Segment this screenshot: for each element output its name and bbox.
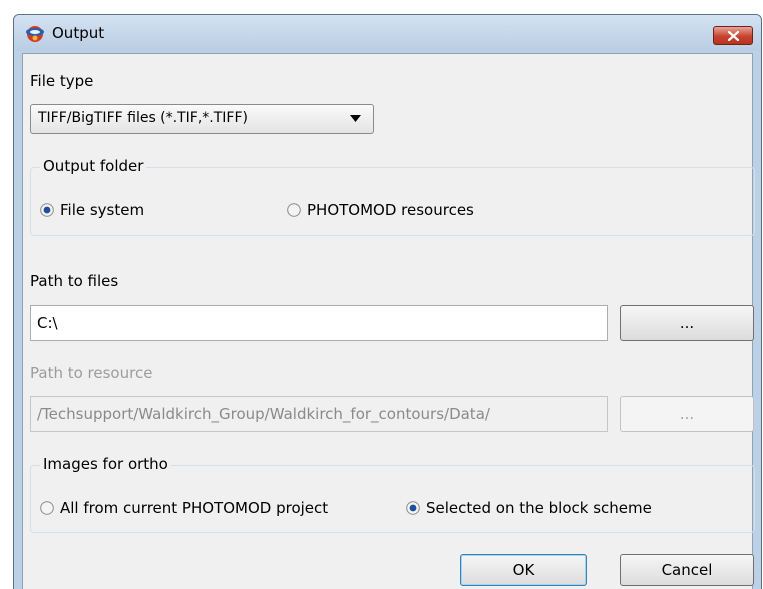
file-type-selected-value: TIFF/BigTIFF files (*.TIF,*.TIFF): [38, 110, 248, 126]
path-to-resource-label: Path to resource: [30, 364, 153, 382]
output-dialog: Output File type TIFF/BigTIFF files (*.T…: [13, 14, 762, 589]
output-folder-legend: Output folder: [40, 157, 147, 175]
images-for-ortho-group: Images for ortho All from current PHOTOM…: [30, 455, 755, 533]
file-type-dropdown[interactable]: TIFF/BigTIFF files (*.TIF,*.TIFF): [30, 104, 374, 134]
path-to-files-input[interactable]: C:\: [30, 305, 608, 341]
title-bar[interactable]: Output: [14, 15, 761, 51]
photomod-app-icon: [26, 26, 44, 42]
file-type-label: File type: [30, 72, 94, 90]
ok-button[interactable]: OK: [460, 554, 587, 586]
radio-file-system-label[interactable]: File system: [60, 201, 144, 219]
radio-photomod-resources[interactable]: [287, 203, 301, 217]
radio-selected-on-block-scheme[interactable]: [406, 501, 420, 515]
close-button[interactable]: [713, 26, 753, 45]
close-icon: [728, 31, 739, 41]
images-for-ortho-legend: Images for ortho: [40, 455, 171, 473]
browse-resource-button[interactable]: ...: [620, 396, 754, 432]
window-title: Output: [52, 24, 105, 42]
path-to-resource-value: /Techsupport/Waldkirch_Group/Waldkirch_f…: [37, 405, 490, 423]
radio-all-from-project-label[interactable]: All from current PHOTOMOD project: [60, 499, 328, 517]
radio-photomod-resources-label[interactable]: PHOTOMOD resources: [307, 201, 474, 219]
dropdown-arrow-icon: [350, 115, 361, 122]
path-to-files-value: C:\: [37, 314, 58, 332]
output-folder-group: Output folder File system PHOTOMOD resou…: [30, 157, 755, 236]
path-to-resource-input[interactable]: /Techsupport/Waldkirch_Group/Waldkirch_f…: [30, 396, 608, 432]
browse-files-button[interactable]: ...: [620, 305, 754, 341]
radio-selected-on-block-scheme-label[interactable]: Selected on the block scheme: [426, 499, 652, 517]
dialog-body: File type TIFF/BigTIFF files (*.TIF,*.TI…: [22, 53, 755, 589]
path-to-files-label: Path to files: [30, 272, 119, 290]
cancel-button[interactable]: Cancel: [620, 554, 754, 586]
radio-file-system[interactable]: [40, 203, 54, 217]
radio-all-from-project[interactable]: [40, 501, 54, 515]
